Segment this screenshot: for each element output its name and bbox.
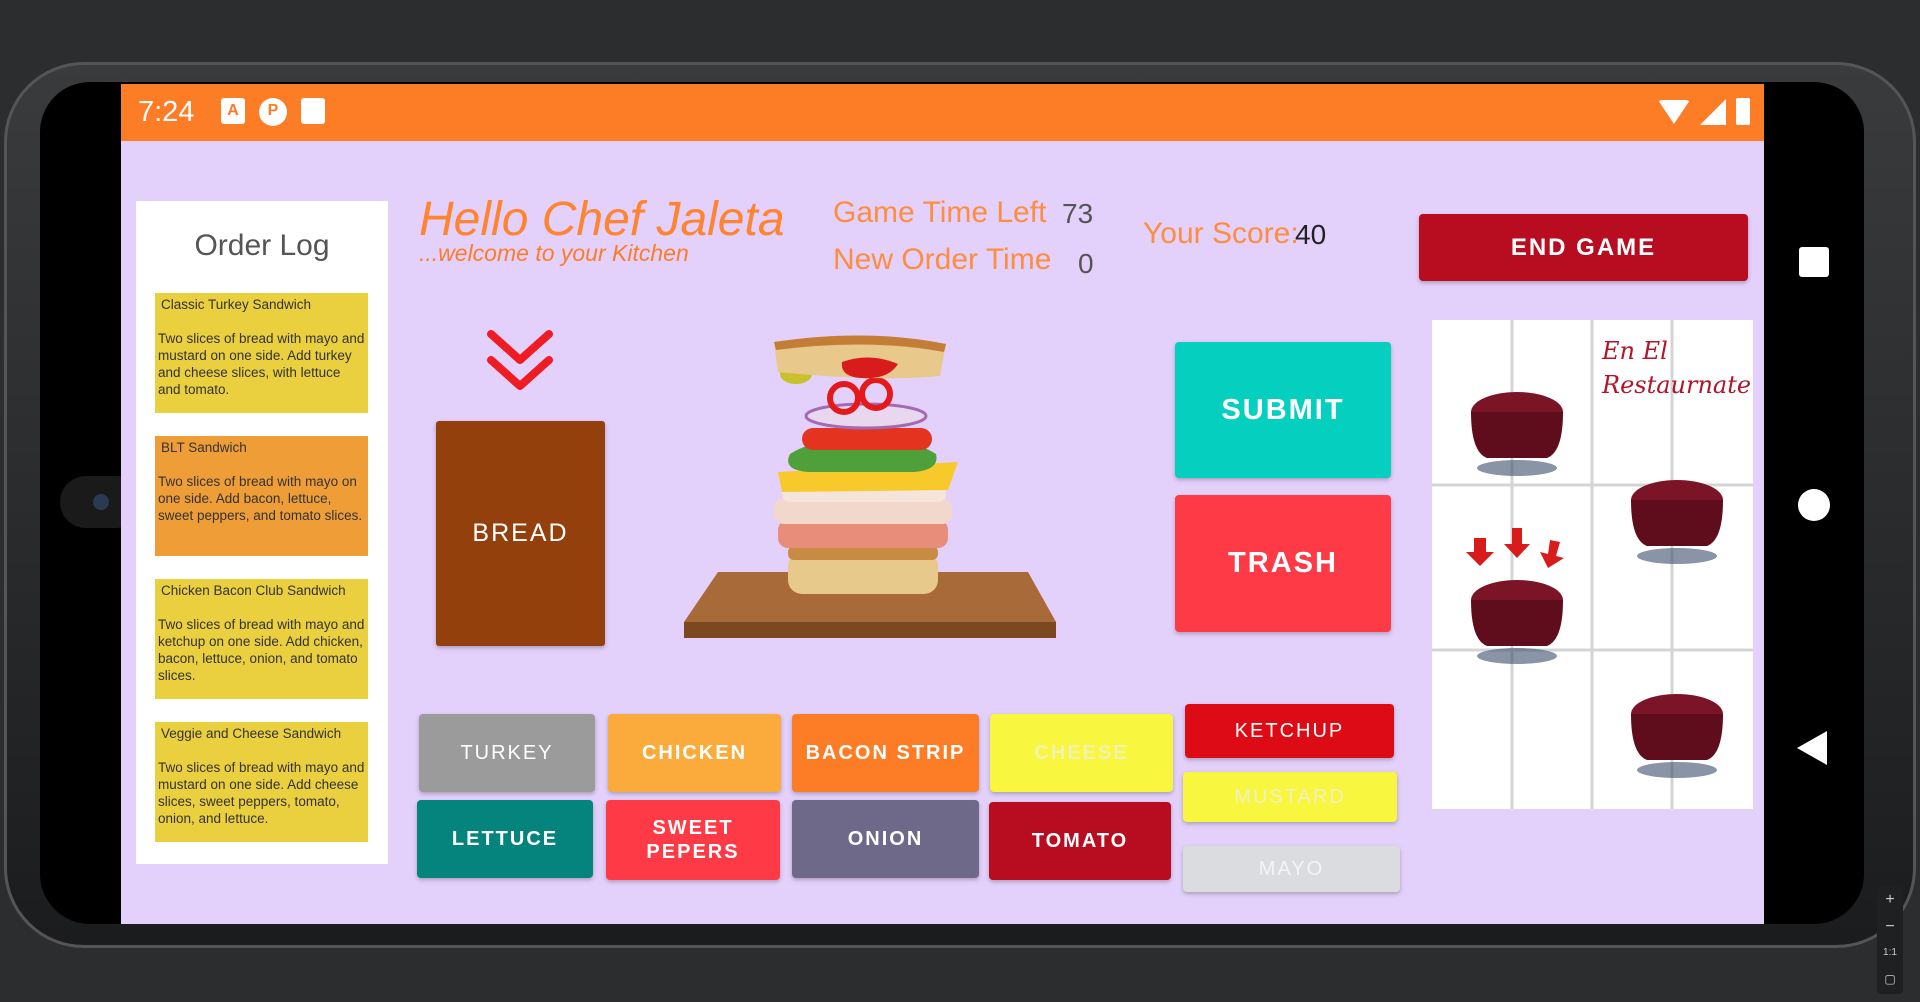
ketchup-button[interactable]: KETCHUP [1185, 704, 1394, 758]
cheese-button[interactable]: CHEESE [990, 714, 1173, 792]
restaurant-title: En El Restaurnate [1602, 334, 1751, 402]
back-button[interactable] [1797, 731, 1827, 765]
submit-button[interactable]: SUBMIT [1175, 342, 1391, 478]
game-time-label: Game Time Left [833, 196, 1047, 229]
lettuce-button[interactable]: LETTUCE [417, 800, 593, 878]
welcome-subtitle: ...welcome to your Kitchen [419, 240, 689, 266]
zoom-controls: + − 1:1 ▢ [1877, 886, 1903, 994]
p-icon: P [259, 98, 287, 126]
order-log-panel: Order Log Classic Turkey Sandwich Two sl… [136, 201, 388, 864]
sandwich-image [684, 335, 1056, 638]
mustard-button[interactable]: MUSTARD [1183, 772, 1397, 822]
order-description: Two slices of bread with mayo on one sid… [158, 474, 363, 523]
order-card[interactable]: BLT Sandwich Two slices of bread with ma… [155, 436, 368, 556]
greeting-title: Hello Chef Jaleta [419, 193, 785, 246]
sweet-peppers-button[interactable]: SWEET PEPERS [606, 800, 780, 880]
restaurant-title-line2: Restaurnate [1602, 371, 1752, 399]
overview-button[interactable] [1799, 247, 1829, 277]
status-icons: A P [221, 98, 325, 126]
end-game-button[interactable]: END GAME [1419, 214, 1748, 281]
mayo-button[interactable]: MAYO [1183, 846, 1400, 892]
order-name: Classic Turkey Sandwich [161, 297, 312, 312]
app-screen: 7:24 A P Order Log Classic Turkey Sandwi… [121, 84, 1764, 924]
order-card[interactable]: Veggie and Cheese Sandwich Two slices of… [155, 722, 368, 842]
onion-button[interactable]: ONION [792, 800, 979, 878]
restaurant-title-line1: En El [1602, 337, 1668, 365]
score-value: 40 [1295, 219, 1327, 250]
new-order-label: New Order Time [833, 243, 1052, 276]
order-description: Two slices of bread with mayo and mustar… [158, 760, 365, 826]
tomato-button[interactable]: TOMATO [989, 802, 1171, 880]
bread-button[interactable]: BREAD [436, 421, 605, 646]
sd-card-icon [301, 98, 325, 124]
restaurant-panel: En El Restaurnate [1432, 320, 1753, 809]
order-description: Two slices of bread with mayo and mustar… [158, 331, 365, 397]
status-time: 7:24 [138, 96, 195, 128]
zoom-in-button[interactable]: + [1877, 886, 1903, 914]
chevron-down-icon [487, 330, 553, 390]
home-button[interactable] [1798, 489, 1830, 521]
status-right-icons [1658, 98, 1750, 125]
wifi-icon [1658, 99, 1690, 124]
score-label: Your Score: [1143, 217, 1299, 250]
order-name: BLT Sandwich [161, 440, 247, 455]
order-description: Two slices of bread with mayo and ketchu… [158, 617, 365, 683]
chicken-button[interactable]: CHICKEN [608, 714, 781, 792]
zoom-out-button[interactable]: − [1877, 914, 1903, 940]
order-card[interactable]: Classic Turkey Sandwich Two slices of br… [155, 293, 368, 413]
order-log-title: Order Log [194, 229, 330, 262]
status-bar: 7:24 A P [121, 84, 1764, 141]
turkey-button[interactable]: TURKEY [419, 714, 595, 792]
zoom-reset-button[interactable]: 1:1 [1877, 940, 1903, 966]
signal-icon [1700, 98, 1726, 125]
order-name: Veggie and Cheese Sandwich [161, 726, 342, 741]
order-card[interactable]: Chicken Bacon Club Sandwich Two slices o… [155, 579, 368, 699]
trash-button[interactable]: TRASH [1175, 495, 1391, 632]
battery-icon [1736, 98, 1750, 125]
a-icon: A [221, 98, 245, 124]
screenshot-icon[interactable]: ▢ [1877, 966, 1903, 992]
bacon-strip-button[interactable]: BACON STRIP [792, 714, 979, 792]
game-time-value: 73 [1062, 198, 1094, 229]
new-order-value: 0 [1078, 248, 1094, 279]
order-name: Chicken Bacon Club Sandwich [161, 583, 346, 598]
